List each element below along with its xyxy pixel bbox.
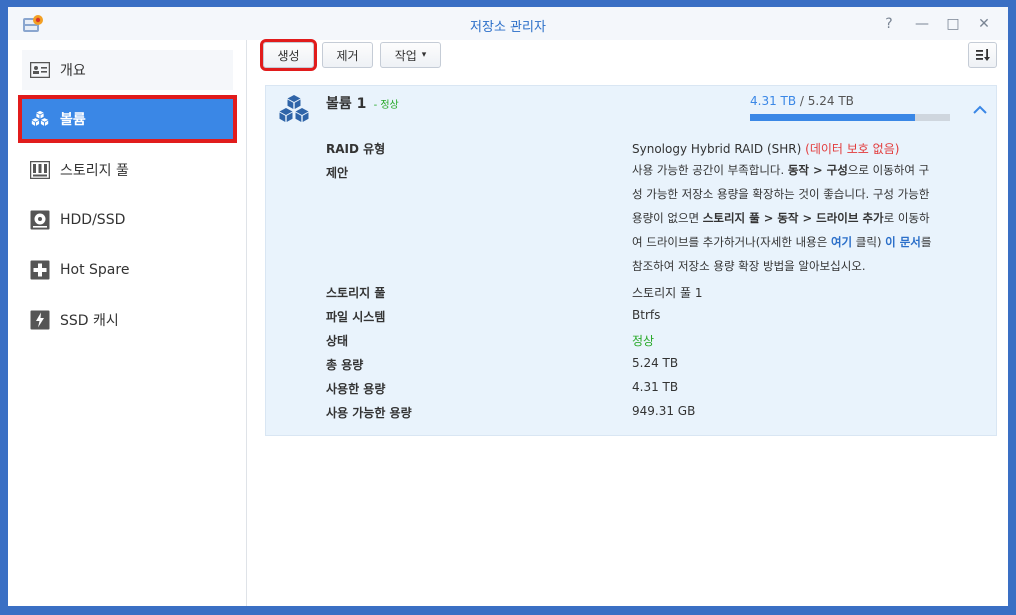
usage-used: 4.31 TB	[750, 94, 797, 108]
here-link[interactable]: 여기	[831, 235, 852, 249]
chevron-up-icon[interactable]	[970, 100, 990, 120]
sidebar-item-label: HDD/SSD	[60, 212, 126, 228]
raid-label: RAID 유형	[326, 142, 386, 156]
state-label: 상태	[326, 334, 349, 348]
create-button[interactable]: 생성	[260, 39, 317, 71]
sidebar-item-storage-pool[interactable]: 스토리지 풀	[22, 150, 233, 190]
main-content: 생성 제거 작업 ▾ 볼륨 1 - 정상 4.31 TB / 5.24 TB R…	[248, 39, 1008, 606]
usage-bar-fill	[750, 114, 915, 121]
sort-icon	[975, 49, 990, 61]
usage-total: 5.24 TB	[807, 94, 854, 108]
sidebar-item-label: 볼륨	[60, 112, 86, 128]
sidebar-item-label: 스토리지 풀	[60, 163, 129, 179]
suggestion-part: 클릭)	[852, 235, 886, 249]
volume-icon	[30, 109, 50, 129]
action-dropdown[interactable]: 작업 ▾	[380, 42, 441, 68]
maximize-button[interactable]: □	[942, 14, 964, 34]
filesystem-value: Btrfs	[632, 308, 661, 322]
ssd-cache-icon	[30, 310, 50, 330]
suggestion-text: 사용 가능한 공간이 부족합니다. 동작 > 구성으로 이동하여 구성 가능한 …	[632, 158, 938, 278]
sidebar-item-hot-spare[interactable]: Hot Spare	[22, 250, 233, 290]
used-capacity-label: 사용한 용량	[326, 382, 386, 396]
chevron-down-icon: ▾	[421, 50, 427, 60]
available-capacity-label: 사용 가능한 용량	[326, 406, 412, 420]
suggestion-label: 제안	[326, 166, 349, 180]
usage-text: 4.31 TB / 5.24 TB	[750, 94, 854, 108]
toolbar: 생성 제거 작업 ▾	[248, 39, 1008, 76]
sidebar-item-volume[interactable]: 볼륨	[18, 95, 237, 143]
state-value: 정상	[632, 334, 655, 348]
available-capacity-value: 949.31 GB	[632, 404, 696, 418]
used-capacity-value: 4.31 TB	[632, 380, 679, 394]
storage-manager-window: 저장소 관리자 ? — □ ✕ 개요 볼륨 스토리지 풀 HDD/SSD Hot…	[8, 7, 1008, 606]
raid-warning: (데이터 보호 없음)	[805, 142, 900, 156]
hdd-icon	[30, 210, 50, 230]
action-label: 작업	[394, 48, 417, 63]
sidebar: 개요 볼륨 스토리지 풀 HDD/SSD Hot Spare SSD 캐시	[8, 40, 247, 606]
hot-spare-icon	[30, 260, 50, 280]
suggestion-bold: 동작 > 구성	[787, 163, 848, 177]
usage-bar	[750, 114, 950, 121]
sidebar-item-overview[interactable]: 개요	[22, 50, 233, 90]
sidebar-item-label: 개요	[60, 63, 86, 79]
sidebar-item-label: SSD 캐시	[60, 313, 119, 329]
usage-sep: /	[796, 94, 808, 108]
window-title: 저장소 관리자	[470, 20, 546, 35]
sort-button[interactable]	[968, 42, 997, 68]
remove-button[interactable]: 제거	[322, 42, 373, 68]
volume-panel: 볼륨 1 - 정상 4.31 TB / 5.24 TB RAID 유형 Syno…	[265, 85, 997, 436]
overview-icon	[30, 60, 50, 80]
filesystem-label: 파일 시스템	[326, 310, 386, 324]
total-capacity-value: 5.24 TB	[632, 356, 679, 370]
raid-type: Synology Hybrid RAID (SHR)	[632, 142, 802, 156]
pool-label: 스토리지 풀	[326, 286, 386, 300]
total-capacity-label: 총 용량	[326, 358, 364, 372]
volume-name: 볼륨 1	[326, 96, 367, 112]
volume-status-sep: -	[370, 100, 381, 111]
sidebar-item-ssd-cache[interactable]: SSD 캐시	[22, 300, 233, 340]
storage-pool-icon	[30, 160, 50, 180]
raid-value: Synology Hybrid RAID (SHR) (데이터 보호 없음)	[632, 140, 899, 157]
volume-title: 볼륨 1 - 정상	[326, 93, 399, 113]
minimize-button[interactable]: —	[911, 14, 933, 34]
sidebar-item-label: Hot Spare	[60, 262, 130, 278]
suggestion-part: 사용 가능한 공간이 부족합니다.	[632, 163, 788, 177]
close-button[interactable]: ✕	[973, 14, 995, 34]
title-bar: 저장소 관리자 ? — □ ✕	[8, 7, 1008, 40]
help-button[interactable]: ?	[878, 14, 900, 34]
volume-icon	[279, 95, 309, 122]
pool-value: 스토리지 풀 1	[632, 286, 703, 300]
volume-status: 정상	[380, 100, 399, 111]
suggestion-bold: 스토리지 풀 > 동작 > 드라이브 추가	[702, 211, 884, 225]
this-document-link[interactable]: 이 문서	[885, 235, 921, 249]
sidebar-item-hdd-ssd[interactable]: HDD/SSD	[22, 200, 233, 240]
